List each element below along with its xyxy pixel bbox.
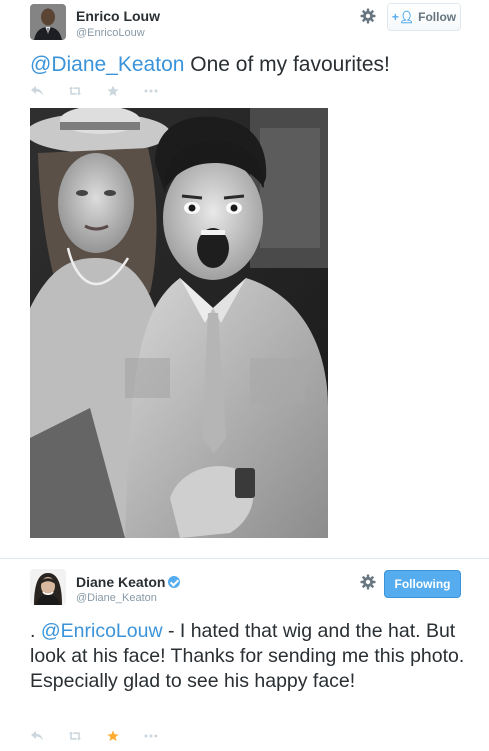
favorite-icon[interactable] (106, 84, 120, 98)
verified-icon (168, 576, 181, 588)
favorite-icon[interactable] (106, 729, 120, 743)
user-name[interactable]: Enrico Louw (76, 8, 160, 24)
tweet-actions (30, 84, 182, 98)
avatar-diane[interactable] (30, 569, 66, 605)
user-handle[interactable]: @EnricoLouw (76, 27, 145, 39)
avatar-enrico-image (30, 4, 66, 40)
mention-link[interactable]: @EnricoLouw (41, 620, 163, 642)
avatar-enrico[interactable] (30, 4, 66, 40)
tweet-diane: Diane Keaton @Diane_Keaton Following . @… (0, 558, 489, 751)
gear-icon[interactable] (360, 8, 376, 24)
tweet-prefix: . (30, 620, 41, 642)
avatar-diane-image (30, 569, 66, 605)
tweet-body: One of my favourites! (184, 53, 390, 76)
more-icon[interactable] (144, 729, 158, 743)
more-icon[interactable] (144, 84, 158, 98)
tweet-text: @Diane_Keaton One of my favourites! (30, 52, 470, 77)
gear-icon[interactable] (360, 574, 376, 590)
tweet-actions (30, 729, 182, 743)
following-label: Following (394, 577, 451, 591)
reply-icon[interactable] (30, 729, 44, 743)
reply-icon[interactable] (30, 84, 44, 98)
photo-image (30, 108, 328, 538)
tweet-enrico: Enrico Louw @EnricoLouw +👤︎ Follow @Dian… (0, 0, 489, 548)
user-name[interactable]: Diane Keaton (76, 574, 181, 590)
mention-link[interactable]: @Diane_Keaton (30, 53, 184, 76)
follow-user-icon: +👤︎ (391, 10, 415, 24)
retweet-icon[interactable] (68, 729, 82, 743)
tweet-photo[interactable] (30, 108, 328, 538)
following-button[interactable]: Following (384, 570, 461, 598)
follow-label: Follow (418, 10, 457, 24)
follow-button[interactable]: +👤︎ Follow (387, 3, 461, 31)
user-name-text: Diane Keaton (76, 574, 166, 590)
user-handle[interactable]: @Diane_Keaton (76, 592, 157, 604)
retweet-icon[interactable] (68, 84, 82, 98)
tweet-text: . @EnricoLouw - I hated that wig and the… (30, 619, 470, 694)
